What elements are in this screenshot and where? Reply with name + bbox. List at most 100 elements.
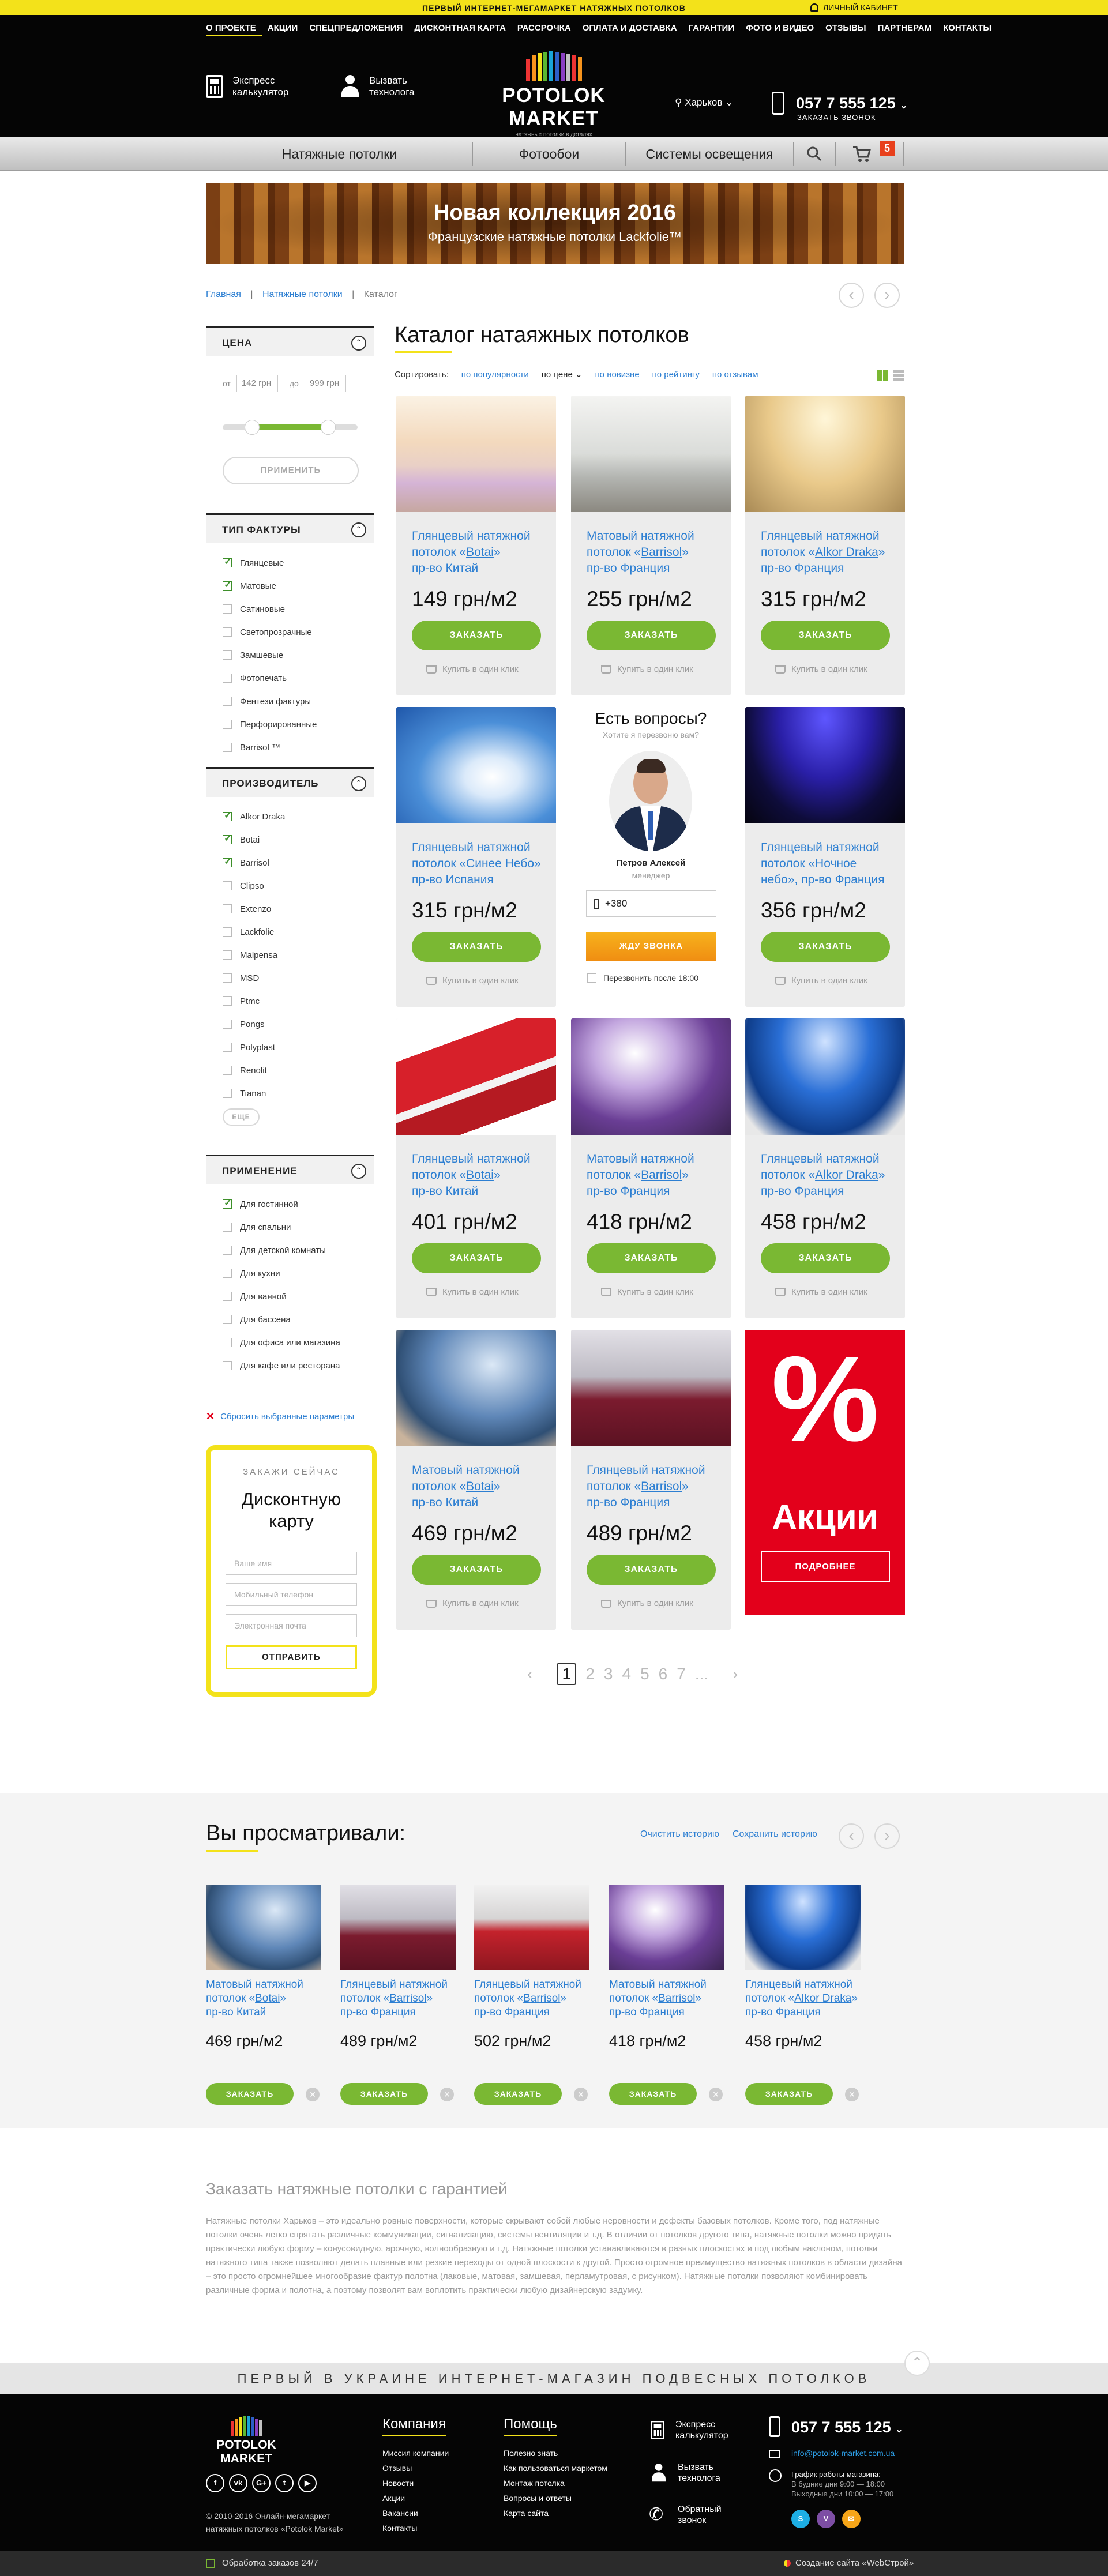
developer-credit[interactable]: Создание сайта «WebСтрой» — [784, 2558, 914, 2568]
twitter-icon[interactable]: t — [275, 2474, 294, 2492]
product-image[interactable] — [745, 1018, 905, 1135]
checkbox[interactable] — [223, 1066, 232, 1075]
filter-option[interactable]: Malpensa — [206, 943, 374, 967]
header-phone[interactable]: 057 7 555 125 ⌄ — [796, 95, 908, 112]
menu-contacts[interactable]: КОНТАКТЫ — [937, 23, 997, 36]
youtube-icon[interactable]: ▶ — [298, 2474, 317, 2492]
checkbox[interactable] — [223, 743, 232, 752]
product-name[interactable]: Матовый натяжной потолок «Barrisol» пр-во … — [587, 528, 722, 577]
checkbox[interactable] — [223, 1292, 232, 1301]
checkbox[interactable] — [223, 556, 232, 567]
google-plus-icon[interactable]: G+ — [252, 2474, 271, 2492]
buy-one-click-link[interactable]: Купить в один клик — [426, 1599, 519, 1608]
call-technician-link[interactable]: Вызвать технолога — [340, 75, 415, 99]
price-max-handle[interactable] — [320, 420, 336, 435]
prev-arrow-icon[interactable]: ‹ — [839, 1823, 864, 1849]
price-range-slider[interactable] — [223, 420, 358, 435]
page-5[interactable]: 5 — [640, 1665, 649, 1683]
checkbox[interactable] — [223, 650, 232, 660]
order-button[interactable]: ЗАКАЗАТЬ — [745, 2083, 833, 2105]
filter-option[interactable]: Для ванной — [206, 1285, 374, 1308]
buy-one-click-link[interactable]: Купить в один клик — [426, 664, 519, 674]
footer-email[interactable]: info@potolok-market.com.ua — [791, 2449, 895, 2458]
name-field[interactable]: Ваше имя — [226, 1552, 357, 1575]
brand-link[interactable]: Botai — [255, 1992, 280, 2005]
buy-one-click-link[interactable]: Купить в один клик — [601, 664, 693, 674]
footer-link[interactable]: Монтаж потолка — [504, 2476, 607, 2491]
mobile-phone-field[interactable]: Мобильный телефон — [226, 1583, 357, 1606]
chat-icon[interactable]: ✉ — [842, 2510, 861, 2528]
footer-link[interactable]: Вопросы и ответы — [504, 2491, 607, 2506]
order-button[interactable]: ЗАКАЗАТЬ — [412, 1243, 541, 1273]
filter-maker-header[interactable]: ПРОИЗВОДИТЕЛЬ ⌃ — [206, 767, 374, 797]
checkbox[interactable] — [223, 1197, 232, 1209]
checkbox[interactable] — [223, 1361, 232, 1370]
brand-link[interactable]: Alkor Draka — [794, 1992, 851, 2005]
filter-usage-header[interactable]: ПРИМЕНЕНИЕ ⌃ — [206, 1155, 374, 1184]
brand-link[interactable]: Botai — [466, 1480, 494, 1493]
collapse-icon[interactable]: ⌃ — [351, 776, 366, 791]
viewed-name[interactable]: Глянцевый натяжной потолок «Barrisol» пр-в… — [340, 1978, 456, 2020]
footer-link[interactable]: Как пользоваться маркетом — [504, 2461, 607, 2476]
checkbox[interactable] — [223, 833, 232, 844]
footer-phone[interactable]: 057 7 555 125 ⌄ — [791, 2419, 903, 2436]
filter-option[interactable]: Для спальни — [206, 1216, 374, 1239]
order-button[interactable]: ЗАКАЗАТЬ — [761, 932, 890, 962]
checkbox[interactable] — [223, 1338, 232, 1347]
product-image[interactable] — [396, 1018, 556, 1135]
filter-option[interactable]: Ptmc — [206, 990, 374, 1013]
breadcrumb-section[interactable]: Натяжные потолки — [262, 289, 343, 299]
footer-link[interactable]: Миссия компании — [382, 2446, 449, 2461]
pagination-prev[interactable]: ‹ — [527, 1665, 532, 1683]
buy-one-click-link[interactable]: Купить в один клик — [601, 1599, 693, 1608]
footer-calculator-link[interactable]: Экспресс калькулятор — [649, 2419, 728, 2442]
menu-installment[interactable]: РАССРОЧКА — [512, 23, 577, 36]
filter-option[interactable]: Для детской комнаты — [206, 1239, 374, 1262]
product-card[interactable]: Глянцевый натяжной потолок «Синее Небо» пр… — [396, 707, 556, 1007]
filter-option[interactable]: Botai — [206, 828, 374, 851]
collapse-icon[interactable]: ⌃ — [351, 522, 366, 537]
email-field[interactable]: Электронная почта — [226, 1614, 357, 1637]
callback-button[interactable]: ЖДУ ЗВОНКА — [586, 932, 716, 961]
price-min-handle[interactable] — [245, 420, 260, 435]
filter-option[interactable]: Фотопечать — [206, 667, 374, 690]
menu-discount[interactable]: ДИСКОНТНАЯ КАРТА — [408, 23, 512, 36]
filter-option[interactable]: Barrisol — [206, 851, 374, 874]
footer-link[interactable]: Полезно знать — [504, 2446, 607, 2461]
filter-option[interactable]: Extenzo — [206, 897, 374, 920]
viewed-name[interactable]: Матовый натяжной потолок «Botai» пр-во Кит… — [206, 1978, 321, 2020]
product-card[interactable]: Глянцевый натяжной потолок «Botai» пр-во К… — [396, 1018, 556, 1318]
product-name[interactable]: Глянцевый натяжной потолок «Alkor Draka» п… — [761, 528, 896, 577]
product-image[interactable] — [745, 707, 905, 823]
checkbox[interactable] — [223, 1315, 232, 1324]
order-button[interactable]: ЗАКАЗАТЬ — [412, 621, 541, 650]
brand-link[interactable]: Alkor Draka — [815, 546, 878, 559]
promo-banner[interactable]: Новая коллекция 2016 Французские натяжны… — [206, 183, 904, 264]
checkbox[interactable] — [223, 697, 232, 706]
order-button[interactable]: ЗАКАЗАТЬ — [587, 1243, 716, 1273]
order-button[interactable]: ЗАКАЗАТЬ — [761, 1243, 890, 1273]
menu-payment[interactable]: ОПЛАТА И ДОСТАВКА — [577, 23, 683, 36]
product-card[interactable]: Глянцевый натяжной потолок «Barrisol» пр-в… — [571, 1330, 731, 1630]
sort-rating[interactable]: по рейтингу — [652, 370, 700, 379]
filter-option[interactable]: Для кухни — [206, 1262, 374, 1285]
brand-link[interactable]: Barrisol — [641, 1480, 682, 1493]
checkbox[interactable] — [223, 604, 232, 614]
product-name[interactable]: Матовый натяжной потолок «Botai» пр-во Кит… — [412, 1462, 547, 1511]
list-view-icon[interactable] — [893, 370, 904, 381]
viewed-image[interactable] — [745, 1885, 861, 1970]
product-card[interactable]: Матовый натяжной потолок «Botai» пр-во Кит… — [396, 1330, 556, 1630]
callback-phone-input[interactable]: +380 — [586, 890, 716, 917]
filter-option[interactable]: Сатиновые — [206, 597, 374, 621]
footer-link[interactable]: Карта сайта — [504, 2506, 607, 2521]
viewed-item[interactable]: Матовый натяжной потолок «Barrisol» пр-во … — [609, 1885, 724, 2105]
checkbox[interactable] — [223, 927, 232, 937]
product-image[interactable] — [571, 1330, 731, 1446]
filter-option[interactable]: Tianan — [206, 1082, 374, 1105]
remove-icon[interactable]: × — [845, 2088, 859, 2101]
checkbox[interactable] — [223, 627, 232, 637]
product-card[interactable]: Глянцевый натяжной потолок «Botai» пр-во К… — [396, 396, 556, 695]
product-name[interactable]: Глянцевый натяжной потолок «Barrisol» пр-в… — [587, 1462, 722, 1511]
footer-link[interactable]: Контакты — [382, 2521, 449, 2536]
viewed-image[interactable] — [340, 1885, 456, 1970]
